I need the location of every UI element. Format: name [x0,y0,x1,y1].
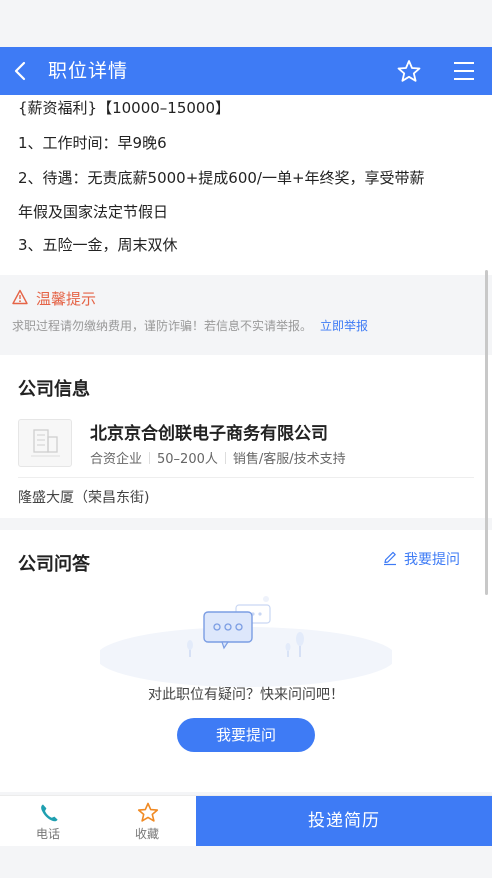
back-arrow-icon[interactable] [10,57,34,85]
company-industry: 销售/客服/技术支持 [232,452,346,467]
work-time-line: 1、工作时间：早9晚6 [18,134,167,152]
tips-message: 求职过程请勿缴纳费用，谨防诈骗！若信息不实请举报。 [12,319,313,333]
tips-text: 求职过程请勿缴纳费用，谨防诈骗！若信息不实请举报。 立即举报 [12,317,368,334]
star-icon[interactable] [396,59,422,83]
qa-section-title: 公司问答 [18,554,90,575]
favorite-label: 收藏 [134,827,159,841]
star-icon [137,802,159,824]
divider [18,477,474,478]
status-bar [0,0,492,47]
bottom-padding [0,846,492,878]
submit-resume-button[interactable]: 投递简历 [196,796,492,846]
tips-title: 温馨提示 [36,290,97,308]
company-name[interactable]: 北京京合创联电子商务有限公司 [90,419,328,444]
bottom-bar: 电话 收藏 投递简历 [0,795,492,846]
ask-question-button[interactable]: 我要提问 [177,718,315,752]
company-type: 合资企业 [90,452,143,467]
report-link[interactable]: 立即举报 [320,319,368,333]
phone-label: 电话 [35,827,60,841]
company-size: 50–200人 [157,452,218,467]
insurance-line: 3、五险一金，周末双休 [18,236,178,254]
company-section-title: 公司信息 [18,379,90,400]
ask-question-link[interactable]: 我要提问 [382,549,460,569]
warm-tips: 温馨提示 求职过程请勿缴纳费用，谨防诈骗！若信息不实请举报。 立即举报 [0,275,492,355]
company-tags: 合资企业 50–200人 销售/客服/技术支持 [90,448,346,467]
chat-bubbles-illustration [100,596,392,687]
ask-question-label: 我要提问 [404,552,460,568]
menu-icon[interactable] [452,60,476,82]
benefits-line: 2、待遇：无责底薪5000+提成600/一单+年终奖，享受带薪 [18,169,425,187]
benefits-line-cont: 年假及国家法定节假日 [18,203,169,221]
company-qa: 公司问答 我要提问 对此职位有疑问？快来问问吧！ 我要提问 [0,530,492,792]
phone-button[interactable]: 电话 [12,796,84,846]
company-info: 公司信息 北京京合创联电子商务有限公司 合资企业 50–200人 销售/客服/技术支… [0,355,492,518]
company-logo[interactable] [18,419,72,467]
phone-icon [38,802,60,824]
company-address[interactable]: 隆盛大厦（荣昌东街) [18,487,149,507]
salary-line: {薪资福利}【10000–15000】 [18,99,231,117]
pencil-icon [384,551,396,566]
scrollbar[interactable] [485,270,488,595]
job-description: {薪资福利}【10000–15000】 1、工作时间：早9晚6 2、待遇：无责底… [0,95,492,275]
warning-icon [12,289,28,305]
nav-bar: 职位详情 [0,47,492,95]
favorite-button[interactable]: 收藏 [111,796,183,846]
qa-empty-prompt: 对此职位有疑问？快来问问吧！ [148,687,344,703]
page-title: 职位详情 [48,60,129,82]
